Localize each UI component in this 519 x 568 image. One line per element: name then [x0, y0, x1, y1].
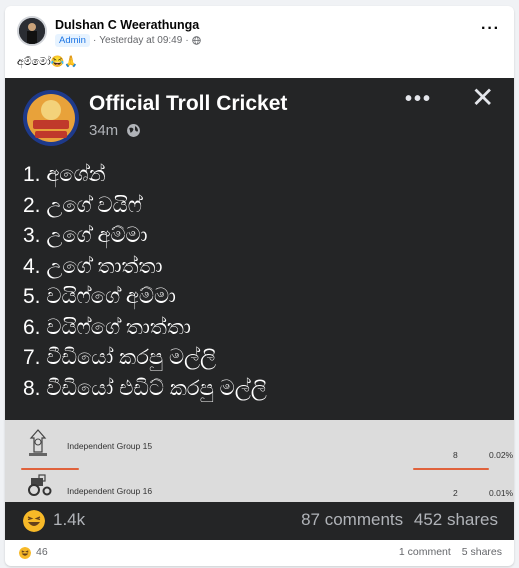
page-logo — [23, 90, 79, 146]
post-time[interactable]: Yesterday at 09:49 — [99, 35, 182, 46]
meta-separator: · — [92, 35, 97, 46]
troll-cricket-logo — [23, 90, 79, 146]
shared-post-time: 34m — [89, 122, 141, 139]
result-label: Independent Group 16 — [67, 486, 153, 496]
list-item: 3. උගේ අම්මා — [23, 224, 148, 247]
list-item: 1. අශේන් — [23, 163, 106, 186]
election-results-screenshot: Independent Group 15 8 0.02% Independent… — [5, 420, 514, 502]
names-list: 1. අශේන් 2. උගේ වයිෆ් 3. උගේ අම්මා 4. උග… — [23, 160, 267, 404]
meta-separator-2: · — [185, 35, 189, 46]
author-name[interactable]: Dulshan C Weerathunga — [55, 18, 199, 32]
result-votes: 2 — [453, 488, 458, 498]
result-votes: 8 — [453, 450, 458, 460]
haha-reaction-icon[interactable] — [19, 547, 31, 559]
comment-count[interactable]: 1 comment — [399, 546, 451, 558]
result-label: Independent Group 15 — [67, 441, 153, 451]
list-item: 5. වයිෆ්ගේ අම්මා — [23, 285, 176, 308]
shared-stats: 87 comments 452 shares — [301, 510, 498, 530]
result-percent: 0.01% — [489, 488, 514, 498]
post-header: Dulshan C Weerathunga Admin · Yesterday … — [5, 6, 514, 52]
ballot-icon — [29, 429, 47, 456]
list-item: 6. වයිෆ්ගේ තාත්තා — [23, 315, 191, 339]
share-count[interactable]: 5 shares — [462, 546, 502, 558]
list-item: 2. උගේ වයිෆ් — [23, 193, 142, 217]
result-row: Independent Group 16 2 0.01% — [5, 472, 514, 502]
post-caption: අම්මෝ😂🙏 — [17, 56, 79, 68]
globe-icon — [191, 36, 201, 45]
post-card: Dulshan C Weerathunga Admin · Yesterday … — [5, 6, 514, 566]
haha-reaction-icon — [23, 510, 45, 532]
shared-shares: 452 shares — [413, 510, 498, 529]
shared-stats-bar: 1.4k 87 comments 452 shares — [5, 502, 514, 540]
highlight-underline — [413, 468, 489, 470]
shared-more-icon: ••• — [405, 88, 433, 110]
reaction-count[interactable]: 46 — [36, 546, 48, 558]
admin-badge: Admin — [55, 34, 90, 47]
shared-image[interactable]: Official Troll Cricket 34m ••• ✕ 1. අශේන… — [5, 78, 514, 540]
globe-icon — [127, 124, 141, 137]
shared-reaction-count: 1.4k — [53, 510, 86, 529]
avatar-figure-icon — [19, 18, 45, 44]
post-meta: Admin · Yesterday at 09:49 · — [55, 34, 201, 47]
list-item: 7. වීඩියෝ කරපු මල්ලි — [23, 346, 217, 369]
more-icon[interactable]: ··· — [481, 20, 500, 38]
page-name: Official Troll Cricket — [89, 92, 288, 115]
post-footer: 46 1 comment 5 shares — [5, 540, 514, 566]
avatar[interactable] — [17, 16, 47, 46]
post-stats: 1 comment 5 shares — [399, 546, 502, 558]
list-item: 8. වීඩියෝ එඩිට් කරපු මල්ලි — [23, 376, 267, 400]
shared-comments: 87 comments — [301, 510, 404, 529]
shared-time-text: 34m — [89, 122, 119, 139]
result-row: Independent Group 15 8 0.02% — [5, 428, 514, 470]
result-percent: 0.02% — [489, 450, 514, 460]
tractor-icon — [28, 474, 52, 496]
highlight-underline — [21, 468, 79, 470]
close-icon: ✕ — [471, 82, 495, 113]
list-item: 4. උගේ තාත්තා — [23, 254, 163, 278]
